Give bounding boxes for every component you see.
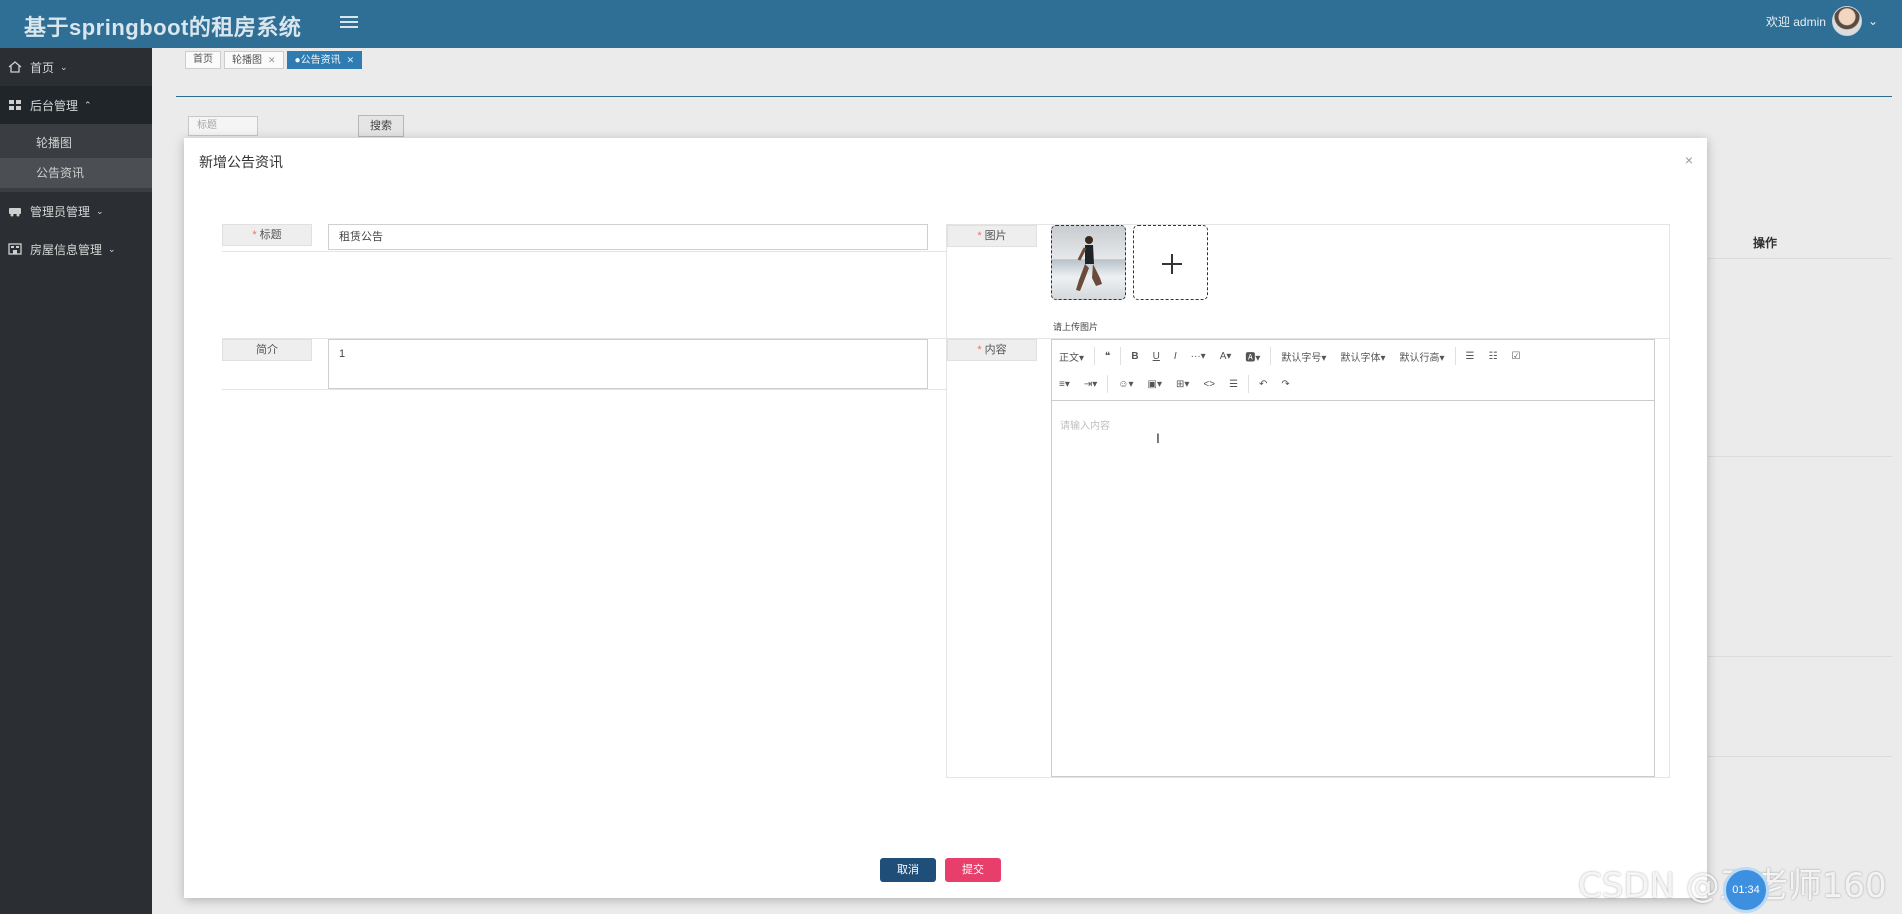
close-icon[interactable]: ×	[1685, 152, 1693, 168]
background-color-icon[interactable]: 🅰▾	[1238, 349, 1267, 364]
toolbar-separator	[1120, 347, 1122, 365]
add-announcement-dialog: 新增公告资讯 × *标题 租赁公告 简介 1 *图片 请上传图片 *内容	[184, 138, 1707, 898]
intro-textarea[interactable]: 1	[328, 339, 928, 389]
home-icon	[8, 61, 22, 73]
upload-tip: 请上传图片	[1053, 322, 1099, 332]
top-header: 基于springboot的租房系统 欢迎 admin ⌄	[0, 0, 1902, 48]
building-icon	[8, 243, 22, 255]
sidebar-item-houses[interactable]: 房屋信息管理 ⌄	[0, 230, 152, 268]
chevron-down-icon: ⌄	[108, 243, 116, 254]
numbered-list-icon[interactable]: ☷	[1481, 351, 1504, 362]
paragraph-dropdown[interactable]: 正文▾	[1052, 349, 1091, 364]
welcome-text: 欢迎 admin	[1765, 14, 1826, 29]
indent-icon[interactable]: ⇥▾	[1077, 379, 1104, 390]
font-size-dropdown[interactable]: 默认字号▾	[1274, 349, 1333, 364]
todo-icon[interactable]: ☑	[1504, 351, 1527, 362]
redo-icon[interactable]: ↷	[1274, 379, 1296, 390]
sidebar: 首页 ⌄ 后台管理 ⌃ 轮播图 公告资讯 管理员管理 ⌄ 房屋信息管理 ⌄	[0, 48, 152, 914]
toolbar-separator	[1454, 347, 1456, 365]
image-label: * 图片	[947, 225, 1037, 247]
editor-toolbar-row-2: ≡▾ ⇥▾ ☺▾ ▣▾ ⊞▾ <> ☰ ↶ ↷	[1052, 370, 1297, 398]
code-icon[interactable]: <>	[1196, 379, 1222, 390]
image-form-row: * 图片 请上传图片	[946, 224, 1670, 340]
table-icon[interactable]: ⊞▾	[1169, 379, 1196, 390]
sidebar-item-label: 管理员管理	[30, 204, 91, 219]
sidebar-item-announcements[interactable]: 公告资讯	[0, 158, 152, 188]
image-icon[interactable]: ▣▾	[1141, 379, 1169, 390]
font-color-icon[interactable]: A▾	[1213, 351, 1239, 362]
title-form-row: * 标题 租赁公告	[222, 224, 950, 252]
italic-icon[interactable]: I	[1167, 351, 1184, 362]
title-label: * 标题	[222, 224, 312, 246]
avatar[interactable]	[1831, 6, 1862, 36]
chevron-down-icon: ⌄	[60, 61, 68, 72]
intro-form-row: 简介 1	[222, 338, 950, 390]
more-styles-icon[interactable]: ···▾	[1184, 351, 1213, 362]
quote-icon[interactable]: ❝	[1098, 351, 1117, 362]
line-height-dropdown[interactable]: 默认行高▾	[1392, 349, 1451, 364]
dialog-title: 新增公告资讯	[199, 154, 283, 170]
submit-button[interactable]: 提交	[945, 858, 1001, 882]
sidebar-item-admins[interactable]: 管理员管理 ⌄	[0, 192, 152, 230]
divider-icon[interactable]: ☰	[1222, 379, 1245, 390]
chevron-down-icon[interactable]: ⌄	[1868, 14, 1878, 28]
cancel-button[interactable]: 取消	[880, 858, 936, 882]
grid-icon	[8, 99, 22, 111]
sidebar-item-label: 首页	[30, 60, 55, 75]
editor-placeholder: 请输入内容	[1060, 421, 1110, 432]
sidebar-item-label: 后台管理	[30, 98, 79, 113]
bullet-list-icon[interactable]: ☰	[1459, 351, 1482, 362]
hamburger-icon[interactable]	[340, 13, 358, 29]
car-icon	[8, 205, 22, 217]
user-menu[interactable]: 欢迎 admin ⌄	[1766, 6, 1878, 36]
chevron-up-icon: ⌃	[84, 99, 92, 110]
emoji-icon[interactable]: ☺▾	[1111, 379, 1140, 390]
align-icon[interactable]: ≡▾	[1052, 379, 1077, 390]
intro-label: 简介	[222, 339, 312, 361]
uploaded-image[interactable]	[1051, 225, 1126, 300]
upload-image-button[interactable]	[1133, 225, 1208, 300]
rich-text-editor[interactable]: 正文▾ ❝ B U I ···▾ A▾ 🅰▾ 默认字号▾ 默认字体▾ 默认行高▾…	[1051, 339, 1655, 777]
font-family-dropdown[interactable]: 默认字体▾	[1333, 349, 1392, 364]
sidebar-item-label: 房屋信息管理	[30, 242, 103, 257]
toolbar-separator	[1107, 375, 1109, 393]
sidebar-item-home[interactable]: 首页 ⌄	[0, 48, 152, 86]
editor-toolbar-row-1: 正文▾ ❝ B U I ···▾ A▾ 🅰▾ 默认字号▾ 默认字体▾ 默认行高▾…	[1052, 342, 1527, 370]
recording-timer[interactable]: 01:34	[1723, 867, 1769, 913]
undo-icon[interactable]: ↶	[1252, 379, 1274, 390]
runner-photo	[1076, 236, 1102, 291]
plus-icon	[1171, 254, 1173, 274]
toolbar-separator	[1094, 347, 1096, 365]
sidebar-item-backend[interactable]: 后台管理 ⌃	[0, 86, 152, 124]
app-title: 基于springboot的租房系统	[24, 15, 302, 40]
toolbar-separator	[1248, 375, 1250, 393]
chevron-down-icon: ⌄	[96, 205, 104, 216]
bold-icon[interactable]: B	[1124, 351, 1145, 362]
content-label: * 内容	[947, 339, 1037, 361]
content-form-row: * 内容 正文▾ ❝ B U I ···▾ A▾ 🅰▾ 默认字号▾ 默认字体▾ 默…	[946, 338, 1670, 778]
toolbar-separator	[1270, 347, 1272, 365]
sidebar-item-carousel[interactable]: 轮播图	[0, 128, 152, 158]
underline-icon[interactable]: U	[1146, 351, 1167, 362]
text-cursor-icon: I	[1156, 430, 1160, 446]
editor-content-area[interactable]: 请输入内容	[1052, 400, 1654, 776]
title-input[interactable]: 租赁公告	[328, 224, 928, 250]
sidebar-submenu: 轮播图 公告资讯	[0, 124, 152, 192]
